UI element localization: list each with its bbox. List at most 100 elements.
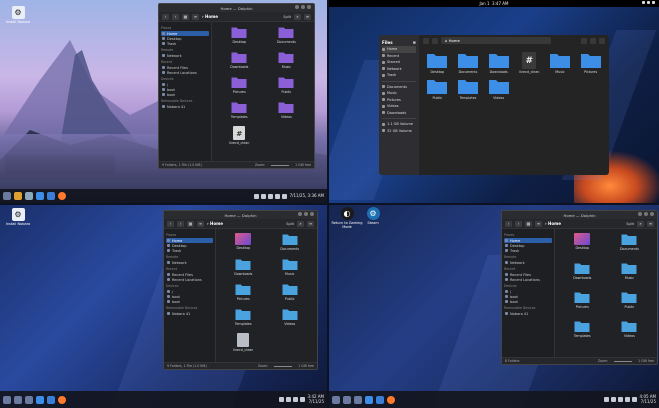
files-taskbar-icon[interactable] bbox=[47, 395, 55, 404]
breadcrumb[interactable]: › Home bbox=[545, 221, 561, 226]
menu-icon[interactable]: ≡ bbox=[647, 220, 654, 227]
file-item[interactable]: Templates bbox=[220, 308, 266, 333]
zoom-slider[interactable] bbox=[614, 360, 633, 362]
back-icon[interactable]: ‹ bbox=[162, 13, 169, 20]
forward-icon[interactable]: › bbox=[177, 220, 184, 227]
file-item[interactable]: Music bbox=[606, 262, 653, 291]
file-item[interactable]: Pictures bbox=[220, 283, 266, 308]
list-view-icon[interactable]: ≡ bbox=[192, 13, 199, 20]
places-item[interactable]: Trash bbox=[161, 41, 209, 46]
desktop-icon-install[interactable]: ⚙ Install Nobara bbox=[0, 6, 36, 24]
top-bar-time[interactable]: 3:47 AM bbox=[492, 1, 508, 6]
power-icon[interactable] bbox=[652, 1, 655, 4]
file-item[interactable]: Desktop bbox=[423, 52, 452, 76]
places-item[interactable]: boot bbox=[166, 299, 213, 304]
file-item[interactable]: # livecd_clean bbox=[216, 126, 263, 151]
tray-icon[interactable] bbox=[274, 193, 280, 199]
file-item[interactable]: Videos bbox=[606, 320, 653, 349]
list-view-icon[interactable]: ≡ bbox=[535, 220, 542, 227]
forward-icon[interactable]: › bbox=[515, 220, 522, 227]
tray-icon[interactable] bbox=[260, 193, 266, 199]
maximize-icon[interactable] bbox=[644, 212, 648, 216]
file-item[interactable]: Videos bbox=[263, 101, 310, 126]
tray-icon[interactable] bbox=[292, 397, 298, 402]
app-icon[interactable] bbox=[25, 395, 33, 404]
search-icon[interactable]: ⌕ bbox=[294, 13, 301, 20]
list-view-icon[interactable]: ≡ bbox=[197, 220, 204, 227]
back-icon[interactable] bbox=[423, 37, 429, 44]
tray-icon[interactable] bbox=[610, 397, 616, 402]
file-item[interactable]: Documents bbox=[606, 233, 653, 262]
file-item[interactable]: Downloads bbox=[220, 258, 266, 283]
places-item[interactable]: Network bbox=[161, 53, 209, 58]
back-icon[interactable]: ‹ bbox=[505, 220, 512, 227]
minimize-icon[interactable] bbox=[638, 212, 642, 216]
window-titlebar[interactable]: Home — Dolphin bbox=[159, 4, 314, 12]
clock[interactable]: 4:05 AM 7/11/25 bbox=[640, 394, 656, 404]
dolphin-window[interactable]: Home — Dolphin ‹ › ▦ ≡ › Home Split ⌕ ≡ Places Hom… bbox=[501, 210, 658, 365]
menu-icon[interactable] bbox=[599, 37, 605, 44]
file-item[interactable]: Desktop bbox=[220, 233, 266, 258]
zoom-slider[interactable] bbox=[271, 164, 290, 166]
tray-icon[interactable] bbox=[278, 397, 284, 402]
desktop-icon-install[interactable]: ⚙ Install Nobara bbox=[0, 208, 36, 226]
app-launcher-icon[interactable] bbox=[3, 395, 11, 404]
app-icon[interactable] bbox=[14, 192, 22, 200]
close-icon[interactable] bbox=[310, 212, 314, 216]
file-item[interactable]: Videos bbox=[267, 308, 314, 333]
back-icon[interactable]: ‹ bbox=[167, 220, 174, 227]
app-launcher-icon[interactable] bbox=[3, 192, 11, 200]
file-item[interactable]: Templates bbox=[559, 320, 606, 349]
icons-view-icon[interactable]: ▦ bbox=[182, 13, 189, 20]
tray-icon[interactable] bbox=[267, 193, 273, 199]
file-item[interactable]: Pictures bbox=[559, 291, 606, 320]
search-icon[interactable]: ⌕ bbox=[297, 220, 304, 227]
close-icon[interactable] bbox=[650, 212, 654, 216]
app-icon[interactable] bbox=[25, 192, 33, 200]
tray-icon[interactable] bbox=[253, 193, 259, 199]
places-item[interactable]: Nobara 41 bbox=[161, 104, 209, 109]
zoom-slider[interactable] bbox=[274, 365, 293, 367]
tray-icon[interactable] bbox=[624, 397, 630, 402]
file-item[interactable]: Music bbox=[267, 258, 314, 283]
clock[interactable]: 3:42 AM 7/11/25 bbox=[308, 394, 324, 404]
places-item[interactable]: boot bbox=[504, 299, 552, 304]
file-item[interactable]: Downloads bbox=[216, 51, 263, 76]
icons-view-icon[interactable]: ▦ bbox=[525, 220, 532, 227]
file-item[interactable]: Templates bbox=[216, 101, 263, 126]
split-button[interactable]: Split bbox=[626, 222, 634, 226]
maximize-icon[interactable] bbox=[304, 212, 308, 216]
desktop-icon-steam[interactable]: ⚙ Steam bbox=[355, 207, 391, 225]
places-item[interactable]: Trash bbox=[166, 248, 213, 253]
places-item[interactable]: Recent Locations bbox=[166, 277, 213, 282]
search-icon[interactable]: ⌕ bbox=[637, 220, 644, 227]
dolphin-window[interactable]: Home — Dolphin ‹ › ▦ ≡ › Home Split ⌕ ≡ Places Hom… bbox=[158, 3, 315, 169]
store-icon[interactable] bbox=[36, 192, 44, 200]
file-item[interactable]: Music bbox=[546, 52, 575, 76]
view-icon[interactable] bbox=[590, 37, 596, 44]
tray-icon[interactable] bbox=[281, 193, 287, 199]
places-item[interactable]: Nobara 41 bbox=[504, 311, 552, 316]
maximize-icon[interactable] bbox=[301, 5, 305, 9]
volume-icon[interactable] bbox=[647, 1, 650, 4]
close-icon[interactable] bbox=[307, 5, 311, 9]
tray-icon[interactable] bbox=[631, 397, 637, 402]
split-button[interactable]: Split bbox=[283, 15, 291, 19]
breadcrumb[interactable]: › Home bbox=[207, 221, 223, 226]
path-bar[interactable]: ⌂ Home bbox=[441, 37, 551, 44]
file-item[interactable]: Documents bbox=[263, 26, 310, 51]
file-item[interactable]: Templates bbox=[454, 78, 483, 102]
window-titlebar[interactable]: Home — Dolphin bbox=[164, 211, 317, 219]
places-item[interactable]: Recent Locations bbox=[504, 277, 552, 282]
file-item[interactable]: Downloads bbox=[559, 262, 606, 291]
icons-view-icon[interactable]: ▦ bbox=[187, 220, 194, 227]
clock[interactable]: 7/11/25, 3:36 AM bbox=[290, 193, 324, 199]
file-item[interactable]: Public bbox=[423, 78, 452, 102]
app-icon[interactable] bbox=[343, 395, 351, 404]
places-item[interactable]: Recent Locations bbox=[161, 70, 209, 75]
tray-icon[interactable] bbox=[617, 397, 623, 402]
file-item[interactable]: Music bbox=[263, 51, 310, 76]
file-item[interactable]: Desktop bbox=[216, 26, 263, 51]
tray-icon[interactable] bbox=[299, 397, 305, 402]
file-item[interactable]: Videos bbox=[484, 78, 513, 102]
